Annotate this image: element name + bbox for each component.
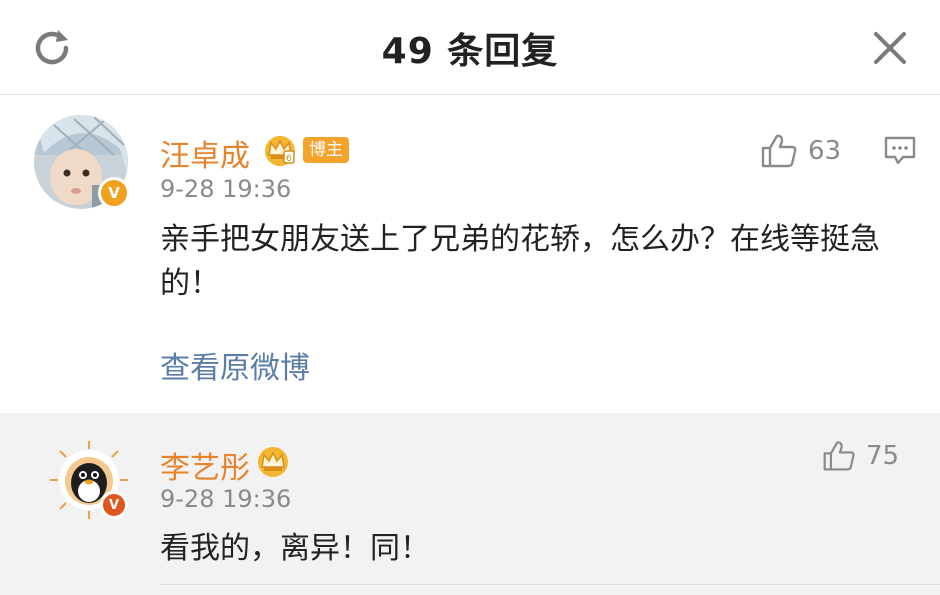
comment-icon[interactable]: [883, 135, 917, 167]
thumbs-up-icon: [761, 134, 797, 168]
view-original-link[interactable]: 查看原微博: [160, 343, 310, 387]
reply-item: V 李艺彤 9-28 19:36 看我的，离异！同！ 75: [0, 413, 940, 595]
crown-icon: [258, 447, 288, 477]
verified-badge-icon: V: [100, 491, 128, 519]
like-count: 75: [866, 441, 900, 471]
author-badge: 博主: [303, 137, 349, 163]
reply-header: 49 条回复: [0, 0, 940, 95]
reply-text: 看我的，离异！同！: [160, 531, 430, 566]
reply-time: 9-28 19:36: [160, 485, 292, 513]
avatar[interactable]: V: [34, 115, 130, 209]
username[interactable]: 李艺彤: [160, 443, 250, 487]
header-title: 49 条回复: [381, 31, 559, 72]
comment-time: 9-28 19:36: [160, 175, 292, 203]
avatar[interactable]: V: [50, 441, 128, 519]
verified-badge-icon: V: [98, 177, 130, 209]
like-button[interactable]: 75: [822, 439, 899, 473]
divider: [160, 584, 940, 585]
close-icon[interactable]: [866, 24, 914, 72]
like-button[interactable]: 63: [760, 133, 841, 169]
thumbs-up-icon: [823, 441, 855, 471]
like-count: 63: [808, 136, 842, 166]
main-comment: V 汪卓成 6 博主 9-28 19:36 亲手把女朋友送上了兄弟的花轿，怎么办…: [0, 95, 940, 413]
svg-text:6: 6: [286, 154, 292, 164]
comment-text: 亲手把女朋友送上了兄弟的花轿，怎么办？在线等挺急的！: [160, 222, 880, 301]
username[interactable]: 汪卓成: [160, 131, 250, 175]
crown-icon: 6: [265, 136, 295, 166]
